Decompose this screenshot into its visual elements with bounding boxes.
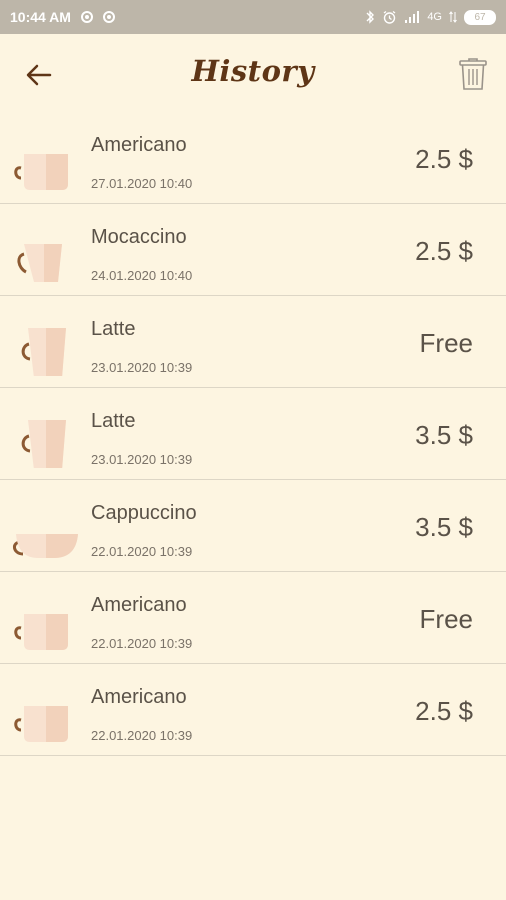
history-item[interactable]: Latte 23.01.2020 10:39 Free — [0, 296, 506, 388]
history-item[interactable]: Cappuccino 22.01.2020 10:39 3.5 $ — [0, 480, 506, 572]
battery-icon: 67 — [464, 9, 496, 25]
history-item[interactable]: Americano 22.01.2020 10:39 2.5 $ — [0, 664, 506, 756]
drink-name: Americano — [91, 134, 187, 156]
data-arrows-icon — [449, 11, 457, 23]
history-item[interactable]: Mocaccino 24.01.2020 10:40 2.5 $ — [0, 204, 506, 296]
order-price: 3.5 $ — [415, 512, 473, 542]
status-time: 10:44 AM — [10, 9, 71, 25]
alarm-icon — [383, 10, 396, 24]
drink-name: Cappuccino — [91, 502, 197, 524]
order-price: Free — [419, 328, 473, 358]
notification-icon — [102, 11, 115, 23]
order-date: 27.01.2020 10:40 — [91, 176, 193, 191]
history-item[interactable]: Americano 27.01.2020 10:40 2.5 $ — [0, 112, 506, 204]
order-date: 23.01.2020 10:39 — [91, 452, 193, 467]
order-date: 22.01.2020 10:39 — [91, 544, 193, 559]
status-bar-left: 10:44 AM — [10, 9, 115, 25]
coffee-cup-icon — [12, 318, 78, 378]
coffee-cup-icon — [12, 686, 78, 744]
order-price: 2.5 $ — [415, 236, 473, 266]
drink-name: Americano — [91, 594, 187, 616]
order-date: 22.01.2020 10:39 — [91, 728, 193, 743]
coffee-cup-icon — [12, 502, 78, 560]
coffee-cup-icon — [12, 410, 78, 470]
history-item[interactable]: Americano 22.01.2020 10:39 Free — [0, 572, 506, 664]
coffee-cup-icon — [12, 134, 78, 192]
history-list: Americano 27.01.2020 10:40 2.5 $ Mocaccino 2… — [0, 112, 506, 756]
coffee-cup-icon — [12, 226, 78, 284]
bluetooth-icon — [366, 10, 375, 24]
drink-name: Latte — [91, 318, 136, 340]
drink-name: Americano — [91, 686, 187, 708]
order-date: 23.01.2020 10:39 — [91, 360, 193, 375]
order-price: Free — [419, 604, 473, 634]
page-title: History — [191, 54, 315, 88]
status-bar: 10:44 AM 4G 67 — [0, 0, 506, 34]
app-header: History — [0, 34, 506, 116]
order-price: 2.5 $ — [415, 144, 473, 174]
status-bar-right: 4G 67 — [365, 9, 496, 25]
coffee-cup-icon — [12, 594, 78, 652]
trash-icon — [459, 58, 487, 90]
drink-name: Mocaccino — [91, 226, 187, 248]
signal-icon — [405, 11, 420, 23]
history-item[interactable]: Latte 23.01.2020 10:39 3.5 $ — [0, 388, 506, 480]
notification-icon — [80, 11, 93, 23]
clear-history-button[interactable] — [455, 54, 491, 94]
network-type: 4G — [427, 11, 442, 23]
order-date: 24.01.2020 10:40 — [91, 268, 193, 283]
order-price: 2.5 $ — [415, 696, 473, 726]
order-price: 3.5 $ — [415, 420, 473, 450]
drink-name: Latte — [91, 410, 136, 432]
order-date: 22.01.2020 10:39 — [91, 636, 193, 651]
